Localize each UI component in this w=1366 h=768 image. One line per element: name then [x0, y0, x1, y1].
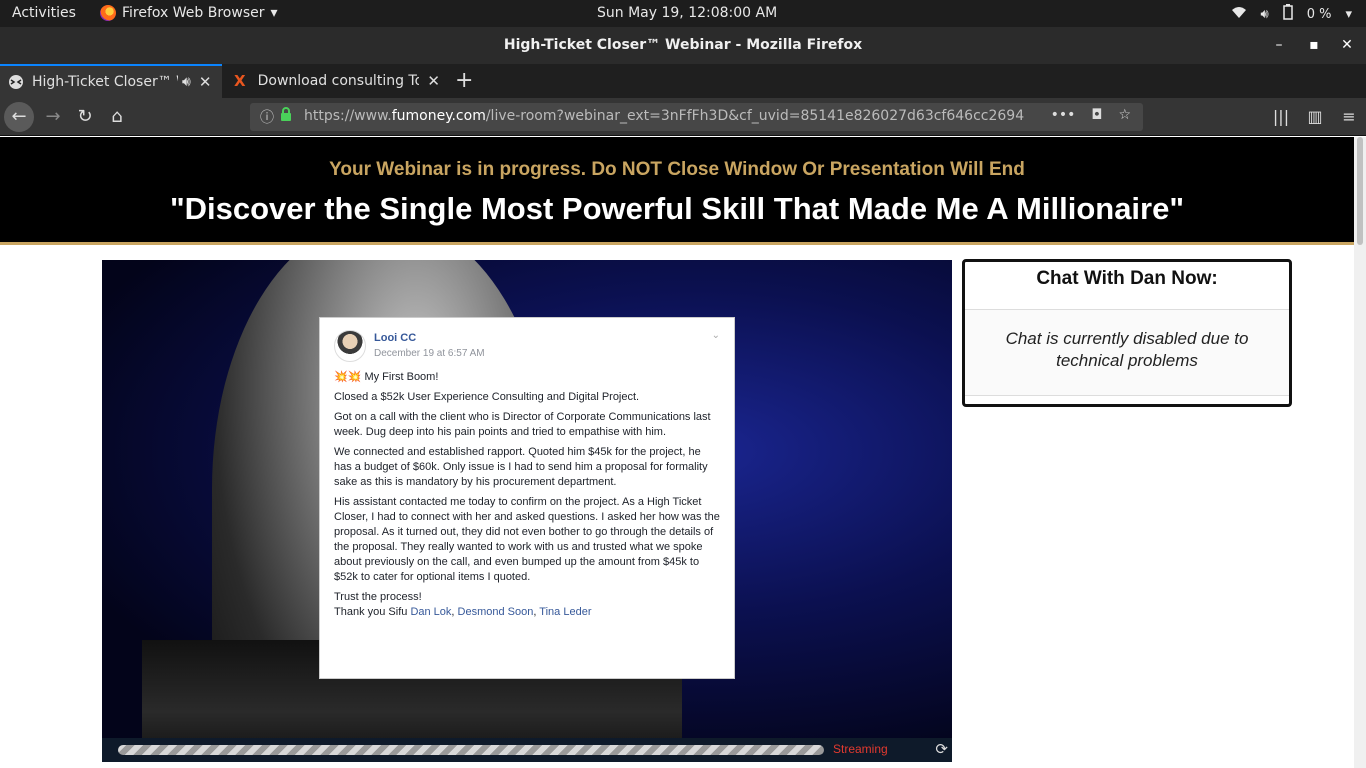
home-button[interactable]: ⌂: [102, 102, 132, 132]
post-paragraph: Closed a $52k User Experience Consulting…: [334, 391, 640, 403]
system-tray[interactable]: 🔊︎ 0 % ▾: [1231, 4, 1352, 24]
navigation-toolbar: ← → ↻ ⌂ ⓘ https://www.fumoney.com/live-r…: [0, 98, 1366, 136]
tiger-favicon-icon: [8, 74, 24, 90]
reload-button[interactable]: ↻: [70, 102, 100, 132]
avatar: [334, 330, 366, 362]
testimonial-post: ⌄ Looi CC December 19 at 6:57 AM 💥💥 My F…: [319, 317, 735, 679]
scrollbar-thumb[interactable]: [1357, 137, 1363, 245]
url-domain: fumoney.com: [391, 108, 486, 124]
refresh-icon[interactable]: ⟳: [935, 740, 948, 758]
speaker-icon[interactable]: 🔊︎: [182, 74, 191, 90]
activities-button[interactable]: Activities: [12, 5, 76, 21]
sidebar-icon[interactable]: ▥: [1298, 102, 1332, 132]
bookmark-star-icon[interactable]: ☆: [1118, 107, 1131, 123]
page-scrollbar[interactable]: [1354, 137, 1366, 768]
video-controls: Streaming ⟳: [102, 738, 952, 762]
post-paragraph: His assistant contacted me today to conf…: [334, 496, 720, 583]
url-bar[interactable]: ⓘ https://www.fumoney.com/live-room?webi…: [250, 103, 1143, 131]
tab-webinar[interactable]: High-Ticket Closer™ W 🔊︎ ✕: [0, 64, 222, 98]
url-path: /live-room?webinar_ext=3nFfFh3D&cf_uvid=…: [485, 108, 1024, 124]
post-paragraph: We connected and established rapport. Qu…: [334, 446, 708, 488]
pocket-icon[interactable]: ◘: [1091, 107, 1102, 123]
firefox-icon: [100, 5, 116, 21]
post-paragraph: Got on a call with the client who is Dir…: [334, 411, 711, 438]
app-menu[interactable]: Firefox Web Browser ▾: [100, 5, 278, 21]
progress-warning: Your Webinar is in progress. Do NOT Clos…: [329, 159, 1025, 180]
tab-label: High-Ticket Closer™ W: [32, 74, 178, 90]
post-paragraph: Trust the process!: [334, 591, 422, 603]
url-text[interactable]: https://www.fumoney.com/live-room?webina…: [304, 108, 1024, 124]
chat-title: Chat With Dan Now:: [965, 262, 1289, 310]
minimize-button[interactable]: –: [1268, 35, 1290, 55]
post-author: Looi CC: [374, 332, 417, 344]
chevron-down-icon: ▾: [270, 5, 278, 21]
page-actions-icon[interactable]: •••: [1051, 107, 1076, 123]
stream-progress-bar: [118, 745, 824, 755]
window-title: High-Ticket Closer™ Webinar - Mozilla Fi…: [503, 37, 863, 53]
battery-icon: [1282, 4, 1293, 24]
close-window-button[interactable]: ✕: [1336, 35, 1358, 55]
lock-icon[interactable]: [280, 107, 292, 125]
video-player[interactable]: ⌄ Looi CC December 19 at 6:57 AM 💥💥 My F…: [102, 260, 952, 738]
post-header: Looi CC December 19 at 6:57 AM: [334, 330, 720, 362]
chat-panel: Chat With Dan Now: Chat is currently dis…: [962, 259, 1292, 407]
app-menu-label: Firefox Web Browser: [122, 5, 265, 21]
post-date: December 19 at 6:57 AM: [374, 348, 485, 359]
forward-button[interactable]: →: [38, 102, 68, 132]
battery-level: 0 %: [1306, 6, 1332, 22]
new-tab-button[interactable]: +: [455, 68, 473, 93]
webinar-banner: Your Webinar is in progress. Do NOT Clos…: [0, 137, 1354, 245]
toolbar-right: ||| ▥ ≡: [1264, 102, 1366, 132]
tab-label: Download consulting To: [257, 73, 420, 89]
mention-link: Tina Leder: [539, 606, 592, 618]
chat-disabled-message: Chat is currently disabled due to techni…: [965, 310, 1289, 396]
close-tab-icon[interactable]: ✕: [427, 72, 440, 90]
post-thanks: Thank you Sifu Dan Lok, Desmond Soon, Ti…: [334, 606, 592, 618]
library-icon[interactable]: |||: [1264, 102, 1298, 132]
url-actions: ••• ◘ ☆: [1051, 107, 1131, 123]
url-prefix: https://www.: [304, 108, 392, 124]
volume-icon: 🔊︎: [1260, 6, 1269, 22]
stream-status: Streaming: [833, 742, 888, 756]
tab-download-consulting[interactable]: X Download consulting To ✕: [226, 64, 448, 98]
close-tab-icon[interactable]: ✕: [199, 73, 212, 91]
chevron-down-icon: ▾: [1345, 6, 1352, 22]
thanks-prefix: Thank you Sifu: [334, 606, 411, 618]
clock[interactable]: Sun May 19, 12:08:00 AM: [597, 5, 777, 21]
back-button[interactable]: ←: [4, 102, 34, 132]
info-icon[interactable]: ⓘ: [260, 107, 274, 127]
mention-link: Desmond Soon: [457, 606, 534, 618]
tab-strip: High-Ticket Closer™ W 🔊︎ ✕ X Download co…: [0, 64, 1366, 98]
webinar-headline: "Discover the Single Most Powerful Skill…: [169, 191, 1185, 226]
page-content: Your Webinar is in progress. Do NOT Clos…: [0, 137, 1366, 768]
maximize-button[interactable]: ▪: [1303, 35, 1325, 55]
window-title-bar: High-Ticket Closer™ Webinar - Mozilla Fi…: [0, 27, 1366, 64]
hamburger-menu-icon[interactable]: ≡: [1332, 102, 1366, 132]
wifi-icon: [1231, 5, 1247, 23]
post-title: 💥💥 My First Boom!: [334, 371, 439, 383]
mention-link: Dan Lok: [410, 606, 452, 618]
system-top-bar: Activities Firefox Web Browser ▾ Sun May…: [0, 0, 1366, 27]
chevron-down-icon: ⌄: [711, 330, 720, 341]
x-favicon-icon: X: [234, 72, 246, 90]
